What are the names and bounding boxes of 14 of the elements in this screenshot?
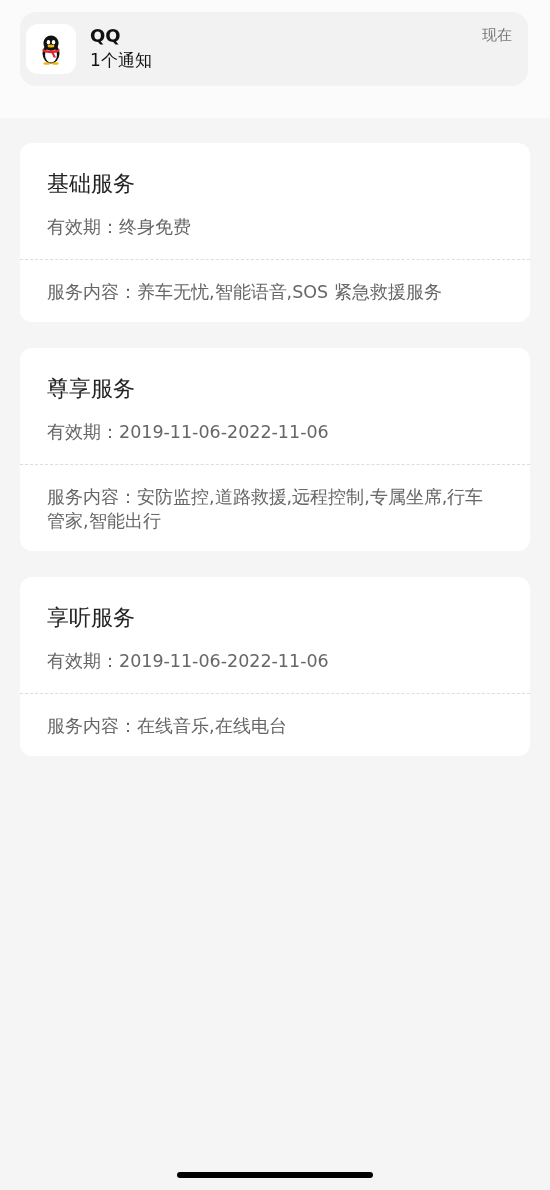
service-content-text: 服务内容：安防监控,道路救援,远程控制,专属坐席,行车管家,智能出行: [46, 486, 485, 533]
validity-text: 有效期：终身免费: [46, 216, 192, 239]
notification-banner[interactable]: QQ 1个通知 现在: [20, 12, 528, 86]
notification-time: 现在: [482, 25, 512, 46]
notification-text: 1个通知: [90, 49, 153, 72]
service-content-text: 服务内容：养车无忧,智能语音,SOS 紧急救援服务: [46, 281, 443, 304]
service-title: 享听服务: [46, 604, 136, 632]
app-name: QQ: [90, 24, 122, 48]
validity-text: 有效期：2019-11-06-2022-11-06: [46, 421, 330, 444]
validity-text: 有效期：2019-11-06-2022-11-06: [46, 650, 330, 673]
service-title: 尊享服务: [46, 375, 136, 403]
service-title: 基础服务: [46, 170, 136, 198]
penguin-icon: [26, 24, 76, 74]
service-content-text: 服务内容：在线音乐,在线电台: [46, 715, 288, 738]
